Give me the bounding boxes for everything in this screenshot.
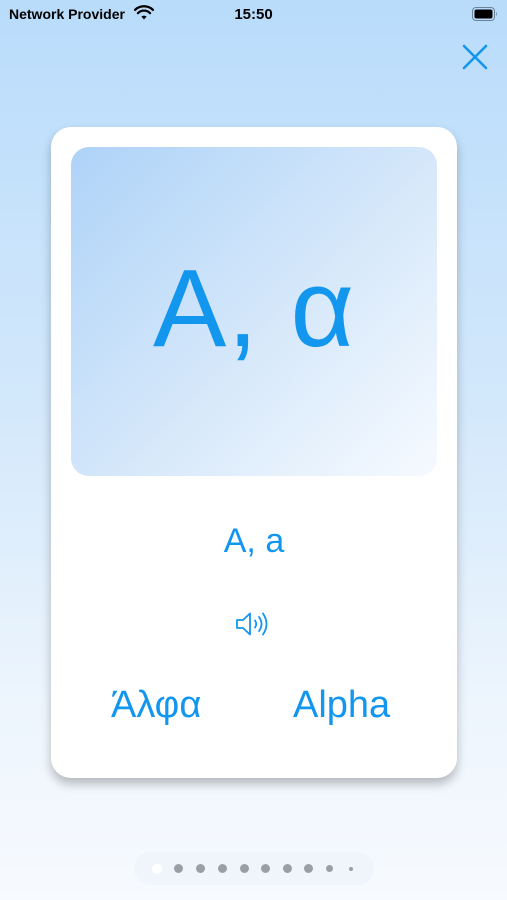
letter-display: Α, α xyxy=(71,147,437,476)
speaker-button[interactable] xyxy=(234,609,274,639)
close-button[interactable] xyxy=(459,41,491,73)
speaker-icon xyxy=(236,612,268,636)
page-dot[interactable] xyxy=(283,864,292,873)
battery-icon xyxy=(472,7,497,21)
page-dot[interactable] xyxy=(326,865,333,872)
page-dot[interactable] xyxy=(174,864,183,873)
page-indicator[interactable] xyxy=(134,852,374,885)
english-letter-name: Alpha xyxy=(293,684,391,726)
status-bar: Network Provider 15:50 xyxy=(0,0,507,28)
page-dot[interactable] xyxy=(261,864,270,873)
status-time: 15:50 xyxy=(234,6,273,23)
page-dot[interactable] xyxy=(218,864,227,873)
page-dot[interactable] xyxy=(196,864,205,873)
close-icon xyxy=(462,44,488,70)
page-dot[interactable] xyxy=(152,864,162,874)
greek-letter-name: Άλφα xyxy=(111,684,202,726)
latin-transliteration: A, a xyxy=(223,522,285,560)
page-dot[interactable] xyxy=(240,864,249,873)
flashcard: Α, α A, a Άλφα Alpha xyxy=(51,127,457,778)
greek-letter: Α, α xyxy=(152,246,356,370)
page-dot[interactable] xyxy=(304,864,313,873)
page-dot[interactable] xyxy=(349,867,353,871)
